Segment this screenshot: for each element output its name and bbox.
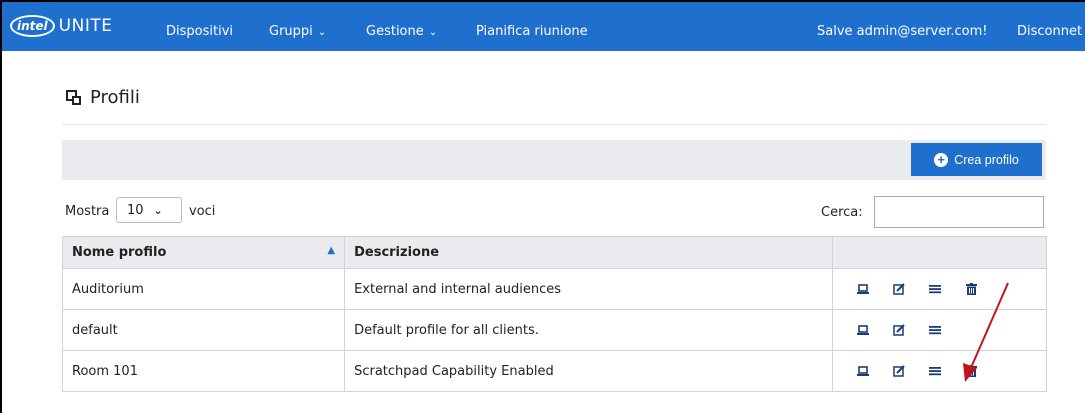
table-row: Room 101 Scratchpad Capability Enabled — [61, 350, 1047, 392]
top-navbar: intel UNITE Dispositivi Gruppi ⌄ Gestione… — [2, 2, 1085, 51]
app-name: UNITE — [58, 16, 113, 36]
actions-toolbar — [62, 140, 1046, 180]
profile-description-cell: Scratchpad Capability Enabled — [344, 350, 834, 392]
list-icon[interactable] — [928, 323, 942, 337]
table-body: Auditorium External and internal audience… — [61, 268, 1047, 392]
profile-name-cell: Room 101 — [61, 350, 346, 392]
trash-icon[interactable] — [964, 364, 978, 378]
row-actions — [842, 364, 1037, 378]
title-divider — [62, 124, 1046, 125]
frame-left-border — [0, 0, 2, 413]
profile-actions-cell — [832, 309, 1047, 351]
clone-icon — [66, 89, 82, 106]
user-greeting: Salve admin@server.com! — [817, 24, 988, 39]
laptop-icon[interactable] — [856, 323, 870, 337]
edit-icon[interactable] — [892, 364, 906, 378]
length-suffix-label: voci — [189, 204, 216, 219]
laptop-icon[interactable] — [856, 282, 870, 296]
intel-logo-text: intel — [10, 15, 55, 37]
profile-actions-cell — [832, 350, 1047, 392]
nav-label: Gestione — [366, 24, 424, 39]
nav-item-gestione[interactable]: Gestione ⌄ — [366, 24, 437, 39]
nav-item-gruppi[interactable]: Gruppi ⌄ — [269, 24, 326, 39]
page-length-select[interactable]: 10 ⌄ — [116, 197, 182, 223]
create-profile-label: Crea profilo — [954, 152, 1019, 167]
list-icon[interactable] — [928, 282, 942, 296]
sort-ascending-icon: ▲ — [327, 245, 336, 256]
nav-label: Dispositivi — [166, 24, 233, 39]
profile-description-cell: External and internal audiences — [344, 268, 834, 310]
table-row: Auditorium External and internal audience… — [61, 268, 1047, 310]
row-actions — [842, 323, 1037, 337]
trash-icon[interactable] — [964, 282, 978, 296]
edit-icon[interactable] — [892, 282, 906, 296]
chevron-down-icon: ⌄ — [317, 27, 327, 38]
profile-name-cell: Auditorium — [61, 268, 346, 310]
laptop-icon[interactable] — [856, 364, 870, 378]
page-title-text: Profili — [90, 87, 140, 108]
profile-description-cell: Default profile for all clients. — [344, 309, 834, 351]
create-profile-button[interactable]: + Crea profilo — [911, 143, 1042, 176]
column-header-nome-profilo[interactable]: Nome profilo ▲ — [61, 236, 346, 269]
profiles-table: Nome profilo ▲ Descrizione Auditorium Ext… — [61, 236, 1047, 392]
column-header-actions — [832, 236, 1047, 269]
profile-name-cell: default — [61, 309, 346, 351]
nav-item-dispositivi[interactable]: Dispositivi — [166, 24, 233, 39]
chevron-down-icon: ⌄ — [153, 203, 163, 217]
table-row: default Default profile for all clients. — [61, 309, 1047, 351]
search-input[interactable] — [874, 196, 1044, 228]
plus-circle-icon: + — [934, 152, 949, 167]
length-prefix-label: Mostra — [65, 204, 110, 219]
nav-label: Pianifica riunione — [476, 24, 588, 39]
nav-label: Gruppi — [269, 24, 313, 39]
page-title: Profili — [66, 87, 140, 108]
page-length-value: 10 — [127, 202, 144, 218]
nav-item-pianifica-riunione[interactable]: Pianifica riunione — [476, 24, 588, 39]
row-actions — [842, 282, 1037, 296]
list-icon[interactable] — [928, 364, 942, 378]
profile-actions-cell — [832, 268, 1047, 310]
column-header-descrizione[interactable]: Descrizione — [344, 236, 834, 269]
search-label: Cerca: — [821, 205, 863, 220]
chevron-down-icon: ⌄ — [428, 27, 438, 38]
edit-icon[interactable] — [892, 323, 906, 337]
logout-link[interactable]: Disconnet — [1017, 24, 1082, 39]
intel-unite-logo[interactable]: intel UNITE — [10, 14, 112, 38]
table-header-row: Nome profilo ▲ Descrizione — [61, 236, 1047, 269]
